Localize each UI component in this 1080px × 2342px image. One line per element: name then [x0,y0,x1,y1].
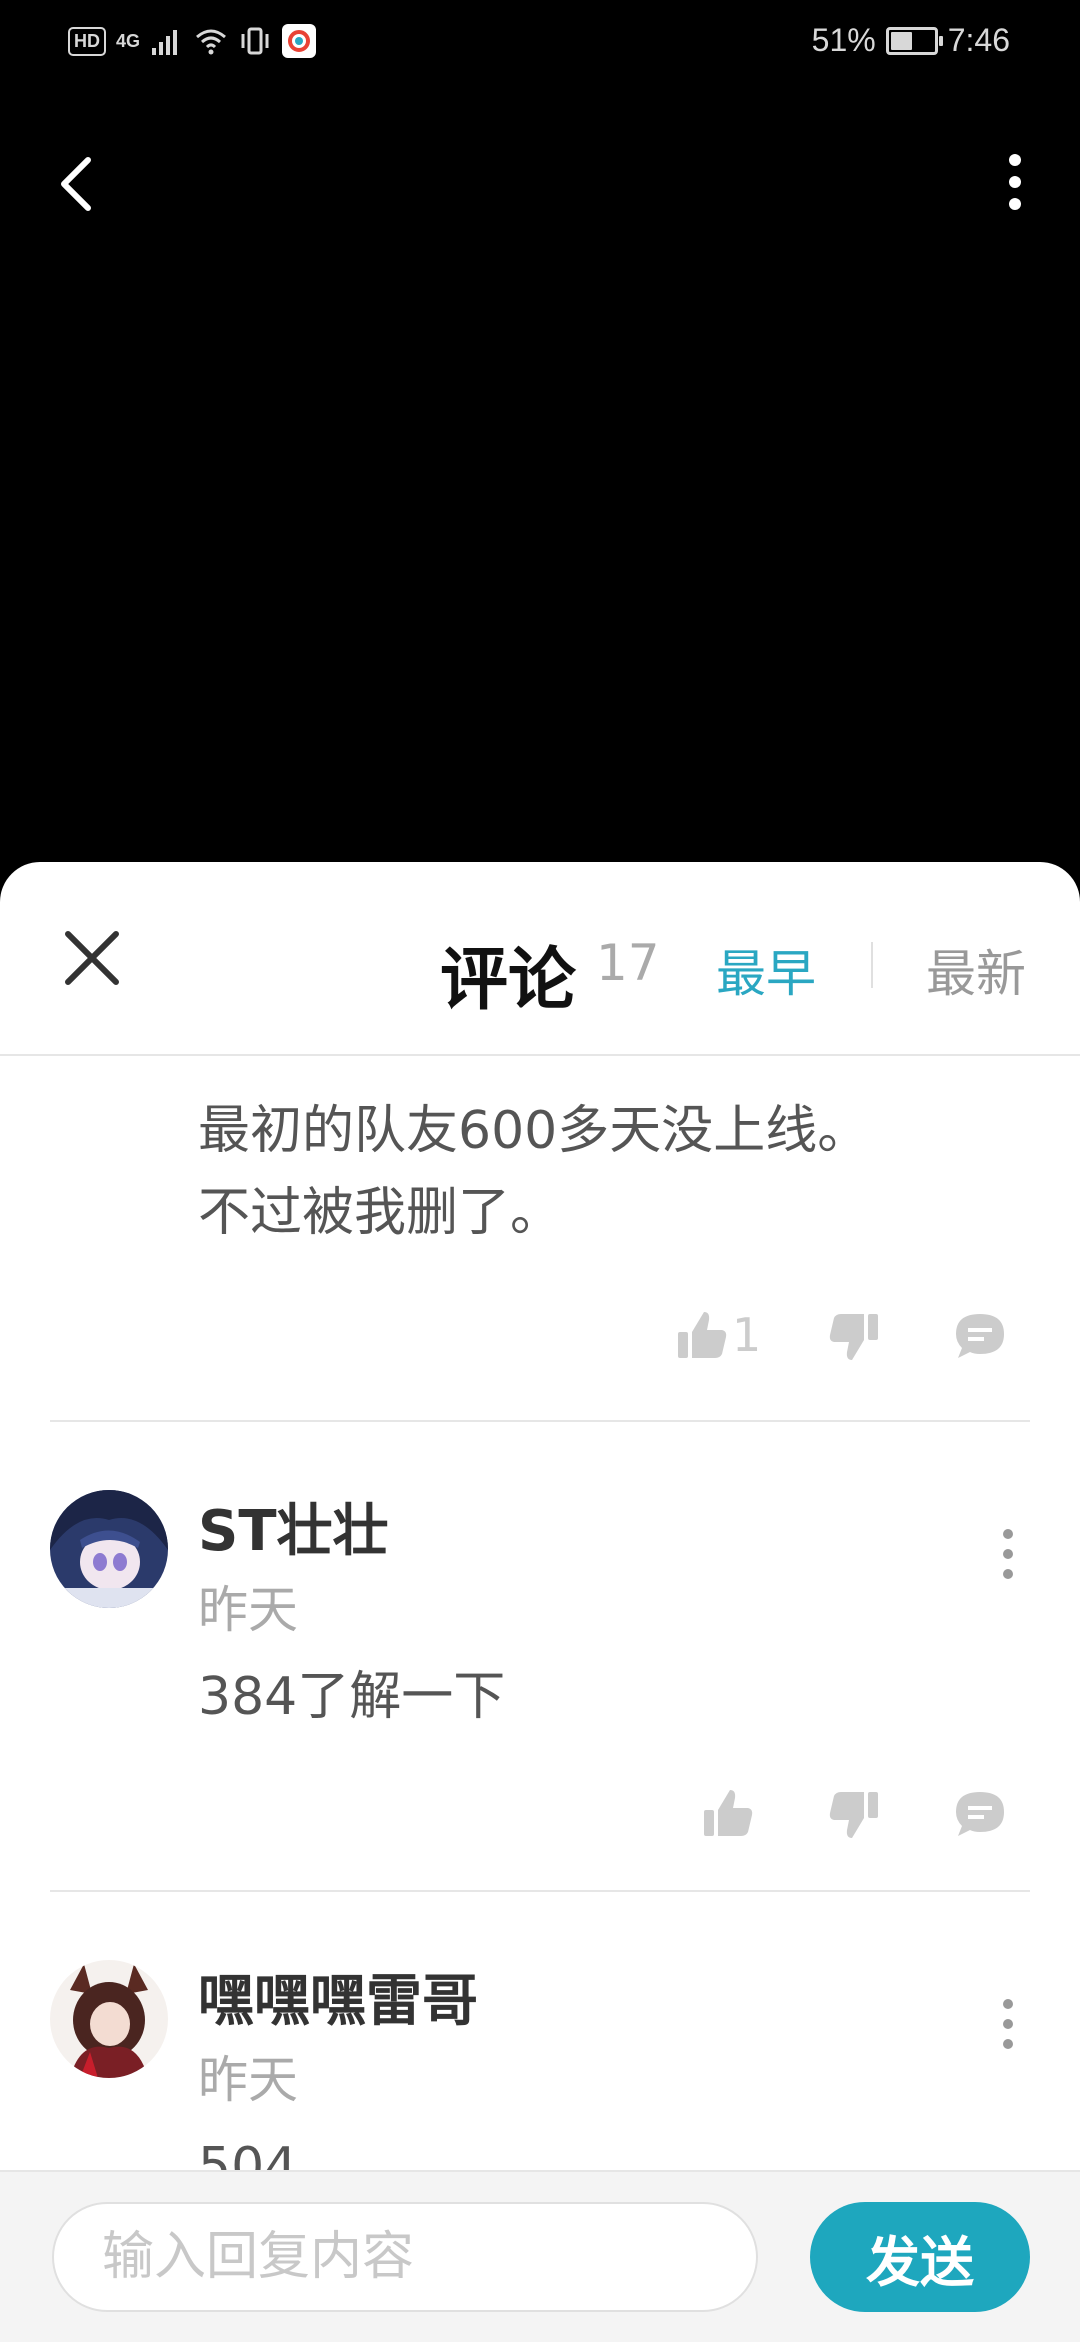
reply-icon[interactable] [952,1786,1008,1842]
send-button[interactable]: 发送 [810,2202,1030,2312]
tab-divider [871,942,873,988]
app-notification-icon [282,24,317,58]
comment-text-line: 最初的队友600多天没上线。 [198,1101,870,1161]
wifi-icon [196,29,226,55]
comments-title: 评论 [440,941,577,1020]
hd-badge: HD [68,26,106,56]
comment-username[interactable]: ST壮壮 [198,1486,389,1567]
battery-percent: 51% [811,22,876,58]
comment-username[interactable]: 嘿嘿嘿雷哥 [198,1956,478,2037]
comment-divider [50,1420,1030,1422]
more-options-icon[interactable] [990,148,1040,218]
thumbs-down-icon[interactable] [826,1308,882,1364]
reply-input[interactable] [52,2202,758,2312]
comment-text-line: 不过被我删了。 [198,1183,563,1243]
signal-icon [152,30,178,55]
avatar[interactable] [50,1960,168,2078]
reply-icon[interactable] [952,1308,1008,1364]
tab-earliest[interactable]: 最早 [716,934,816,1006]
comment-time: 昨天 [198,1581,298,1639]
comments-count: 17 [596,934,660,992]
thumbs-down-icon[interactable] [826,1786,882,1842]
comment-more-icon[interactable] [996,1524,1020,1584]
comments-sheet: 评论 17 最早 最新 最初的队友600多天没上线。 不过被我删了。 1 ST壮… [0,862,1080,2340]
battery-icon [885,26,943,55]
reply-bar: 发送 [0,2170,1080,2342]
tab-newest[interactable]: 最新 [926,934,1026,1006]
network-type: 4G [116,30,141,51]
clock: 7:46 [947,22,1010,58]
thumbs-up-icon[interactable] [674,1308,730,1364]
like-count: 1 [732,1308,762,1362]
close-icon[interactable] [62,928,122,988]
vibrate-icon [241,27,269,55]
comment-more-icon[interactable] [996,1994,1020,2054]
avatar[interactable] [50,1490,168,1608]
comments-header: 评论 17 最早 最新 [0,862,1080,1056]
thumbs-up-icon[interactable] [700,1786,756,1842]
back-icon[interactable] [48,148,108,218]
status-bar: HD 4G 51% 7:46 [0,0,1080,90]
comment-divider [50,1890,1030,1892]
battery-level [890,31,913,50]
comment-text: 384了解一下 [198,1667,506,1727]
comment-time: 昨天 [198,2051,298,2109]
